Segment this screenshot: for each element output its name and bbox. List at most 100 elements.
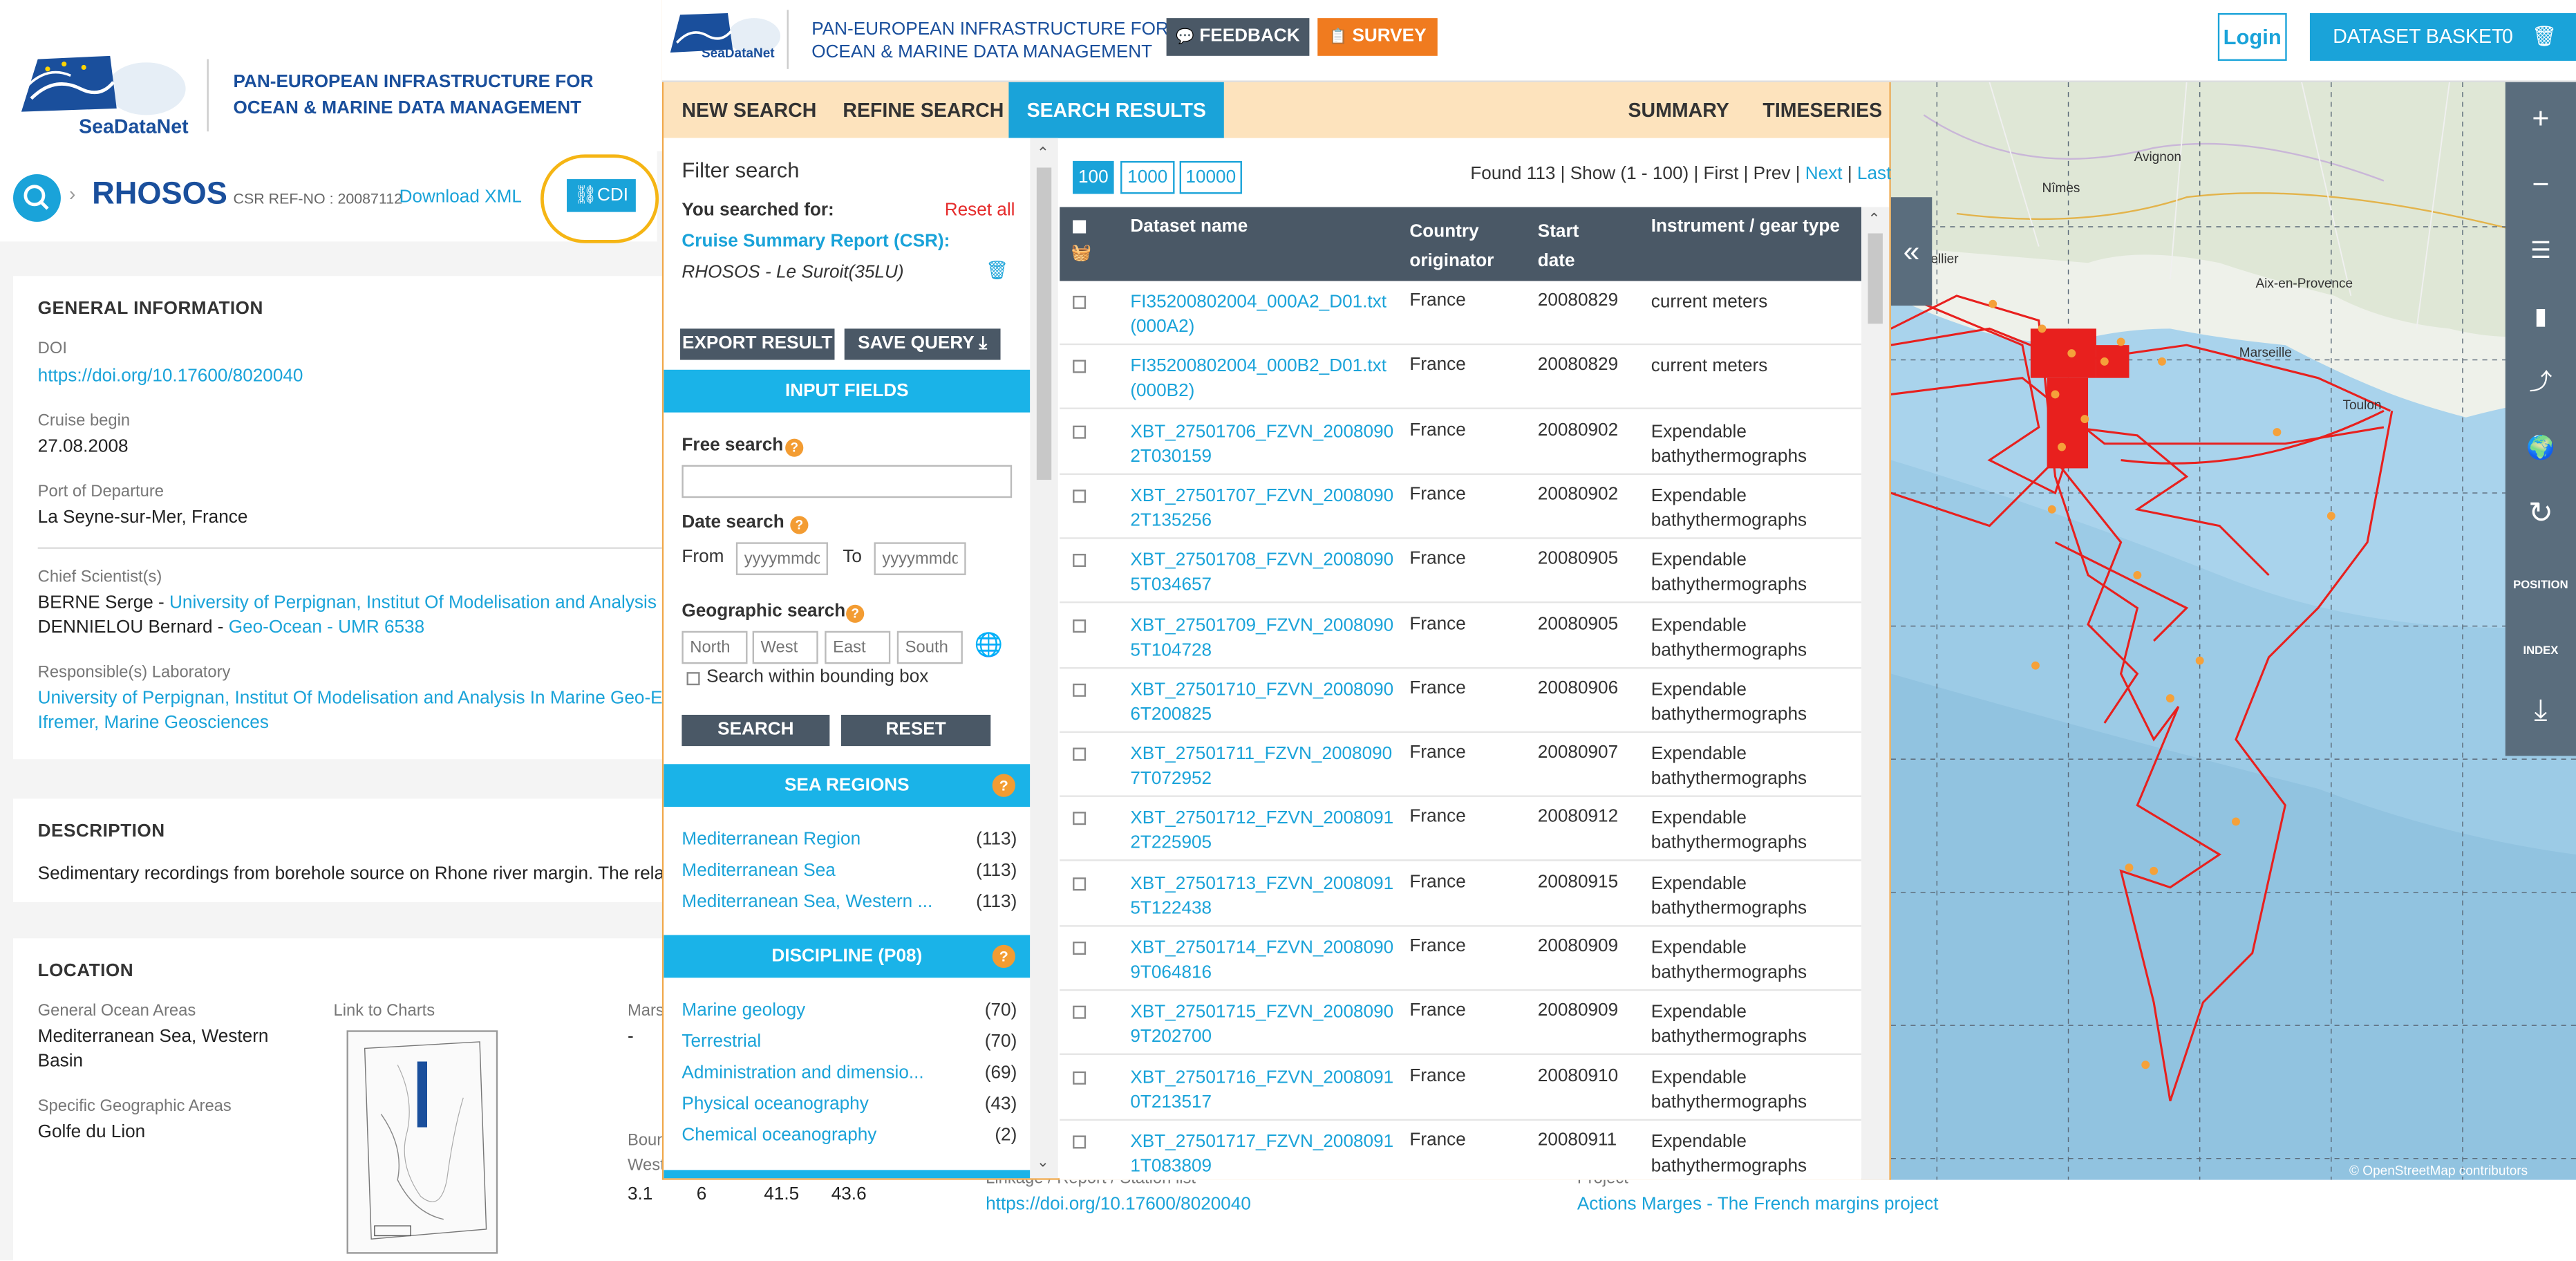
project-link[interactable]: Actions Marges - The French margins proj… xyxy=(1577,1195,1939,1215)
row-checkbox[interactable] xyxy=(1073,683,1087,697)
row-checkbox[interactable] xyxy=(1073,424,1087,438)
north-input[interactable] xyxy=(681,630,748,664)
row-checkbox[interactable] xyxy=(1073,1006,1087,1020)
dataset-name-link[interactable]: XBT_27501717_FZVN_20080911T083809 xyxy=(1130,1130,1396,1179)
col-country[interactable]: Country originator xyxy=(1409,217,1494,277)
date-to-input[interactable] xyxy=(874,542,966,575)
lab-1-link[interactable]: University of Perpignan, Institut Of Mod… xyxy=(38,689,682,709)
tab-summary[interactable]: SUMMARY xyxy=(1610,82,1747,138)
row-checkbox[interactable] xyxy=(1073,1135,1087,1149)
reset-button[interactable]: RESET xyxy=(840,714,991,747)
help-icon[interactable]: ? xyxy=(785,438,804,457)
refresh-icon[interactable]: ↻ xyxy=(2506,480,2576,545)
layers-icon[interactable]: ▮ xyxy=(2506,283,2576,348)
dataset-name-link[interactable]: XBT_27501713_FZVN_20080915T122438 xyxy=(1130,872,1396,921)
row-checkbox[interactable] xyxy=(1073,941,1087,955)
east-input[interactable] xyxy=(825,630,891,664)
feedback-button[interactable]: 💬 FEEDBACK xyxy=(1166,18,1310,56)
scroll-up-icon[interactable]: ⌃ xyxy=(1037,144,1049,162)
lab-2-link[interactable]: Ifremer, Marine Geosciences xyxy=(38,713,269,734)
table-row[interactable]: XBT_27501711_FZVN_20080907T072952 France 2… xyxy=(1060,733,1862,798)
next-link[interactable]: Next xyxy=(1805,165,1843,185)
dataset-name-link[interactable]: XBT_27501708_FZVN_20080905T034657 xyxy=(1130,549,1396,598)
results-scrollbar[interactable]: ⌃ xyxy=(1861,207,1890,1180)
row-checkbox[interactable] xyxy=(1073,877,1087,890)
dataset-name-link[interactable]: XBT_27501712_FZVN_20080912T225905 xyxy=(1130,807,1396,857)
date-from-input[interactable] xyxy=(735,542,828,575)
discipline-item[interactable]: Terrestrial (70) xyxy=(681,1029,1017,1055)
route-icon[interactable]: ⤴ xyxy=(2506,348,2576,414)
row-checkbox[interactable] xyxy=(1073,360,1087,374)
discipline-item[interactable]: Chemical oceanography (2) xyxy=(681,1122,1017,1148)
row-checkbox[interactable] xyxy=(1073,618,1087,632)
zoom-out-icon[interactable]: − xyxy=(2506,151,2576,217)
row-checkbox[interactable] xyxy=(1073,747,1087,761)
reset-all-link[interactable]: Reset all xyxy=(945,200,1015,221)
index-button[interactable]: INDEX xyxy=(2506,611,2576,677)
help-icon[interactable]: ? xyxy=(846,604,865,623)
position-button[interactable]: POSITION xyxy=(2506,545,2576,611)
chief-2-org-link[interactable]: Geo-Ocean - UMR 6538 xyxy=(229,618,424,638)
dataset-name-link[interactable]: XBT_27501711_FZVN_20080907T072952 xyxy=(1130,743,1396,792)
page-size-100[interactable]: 100 xyxy=(1073,160,1114,194)
region-item[interactable]: Mediterranean Sea, Western ... (113) xyxy=(681,889,1017,915)
map-attribution[interactable]: © OpenStreetMap contributors xyxy=(2349,1164,2528,1178)
dataset-name-link[interactable]: XBT_27501714_FZVN_20080909T064816 xyxy=(1130,937,1396,986)
col-instrument[interactable]: Instrument / gear type xyxy=(1651,217,1840,237)
table-row[interactable]: FI35200802004_000B2_D01.txt(000B2) France… xyxy=(1060,346,1862,410)
dataset-name-link[interactable]: XBT_27501710_FZVN_20080906T200825 xyxy=(1130,678,1396,727)
table-row[interactable]: FI35200802004_000A2_D01.txt(000A2) France… xyxy=(1060,281,1862,346)
table-row[interactable]: XBT_27501714_FZVN_20080909T064816 France 2… xyxy=(1060,927,1862,991)
map-view[interactable]: Nîmes Avignon Montpellier Aix-en-Provenc… xyxy=(1890,82,2576,1180)
filter-scroll-thumb[interactable] xyxy=(1036,167,1052,480)
seadatanet-logo[interactable]: SeaDataNet xyxy=(13,53,189,138)
filter-scrollbar[interactable]: ⌃ ⌄ xyxy=(1030,138,1058,1179)
select-all-checkbox[interactable] xyxy=(1073,220,1087,234)
search-button[interactable]: SEARCH xyxy=(681,714,830,747)
globe-search-icon[interactable]: 🌍 xyxy=(2506,414,2576,480)
results-scroll-thumb[interactable] xyxy=(1868,233,1883,324)
help-icon[interactable]: ? xyxy=(992,944,1015,968)
trash-icon[interactable]: 🗑 xyxy=(986,260,1008,281)
linkage-link[interactable]: https://doi.org/10.17600/8020040 xyxy=(986,1195,1251,1215)
region-item[interactable]: Mediterranean Region (113) xyxy=(681,827,1017,853)
row-checkbox[interactable] xyxy=(1073,554,1087,568)
scroll-up-icon[interactable]: ⌃ xyxy=(1868,210,1881,228)
table-row[interactable]: XBT_27501706_FZVN_20080902T030159 France 2… xyxy=(1060,410,1862,474)
help-icon[interactable]: ? xyxy=(992,774,1015,797)
row-checkbox[interactable] xyxy=(1073,489,1087,503)
trash-icon[interactable]: 🗑 xyxy=(2532,13,2557,61)
doi-link[interactable]: https://doi.org/10.17600/8020040 xyxy=(38,366,303,386)
col-start-date[interactable]: Start date xyxy=(1538,217,1579,277)
download-xml-link[interactable]: Download XML xyxy=(399,187,522,207)
dataset-name-link[interactable]: XBT_27501709_FZVN_20080905T104728 xyxy=(1130,614,1396,663)
dataset-name-link[interactable]: XBT_27501707_FZVN_20080902T135256 xyxy=(1130,485,1396,534)
table-row[interactable]: XBT_27501717_FZVN_20080911T083809 France 2… xyxy=(1060,1121,1861,1180)
page-size-1000[interactable]: 1000 xyxy=(1120,160,1175,194)
page-size-10000[interactable]: 10000 xyxy=(1179,160,1242,194)
dataset-name-link[interactable]: XBT_27501716_FZVN_20080910T213517 xyxy=(1130,1066,1396,1115)
table-row[interactable]: XBT_27501709_FZVN_20080905T104728 France 2… xyxy=(1060,604,1862,669)
table-row[interactable]: XBT_27501707_FZVN_20080902T135256 France 2… xyxy=(1060,475,1862,539)
login-button[interactable]: Login xyxy=(2217,13,2287,61)
last-link[interactable]: Last xyxy=(1857,165,1891,185)
search-icon[interactable] xyxy=(13,174,61,222)
export-result-button[interactable]: EXPORT RESULT xyxy=(680,328,835,360)
collapse-panel-icon[interactable]: « xyxy=(1890,197,1933,306)
table-row[interactable]: XBT_27501710_FZVN_20080906T200825 France 2… xyxy=(1060,669,1862,733)
tab-timeseries[interactable]: TIMESERIES xyxy=(1745,82,1900,138)
dataset-name-link[interactable]: FI35200802004_000A2_D01.txt(000A2) xyxy=(1130,291,1396,340)
dataset-name-link[interactable]: XBT_27501706_FZVN_20080902T030159 xyxy=(1130,420,1396,469)
scroll-down-icon[interactable]: ⌄ xyxy=(1037,1154,1049,1172)
table-row[interactable]: XBT_27501712_FZVN_20080912T225905 France 2… xyxy=(1060,798,1862,862)
col-dataset-name[interactable]: Dataset name xyxy=(1130,217,1248,237)
south-input[interactable] xyxy=(896,630,963,664)
discipline-item[interactable]: Marine geology (70) xyxy=(681,998,1017,1024)
table-row[interactable]: XBT_27501715_FZVN_20080909T202700 France 2… xyxy=(1060,991,1862,1056)
survey-button[interactable]: 📋 SURVEY xyxy=(1317,18,1438,56)
table-row[interactable]: XBT_27501713_FZVN_20080915T122438 France 2… xyxy=(1060,862,1862,926)
save-query-button[interactable]: SAVE QUERY ⤓ xyxy=(844,328,1001,360)
download-icon[interactable]: ⤓ xyxy=(2506,677,2576,742)
tab-new-search[interactable]: NEW SEARCH xyxy=(664,82,834,138)
row-checkbox[interactable] xyxy=(1073,812,1087,826)
